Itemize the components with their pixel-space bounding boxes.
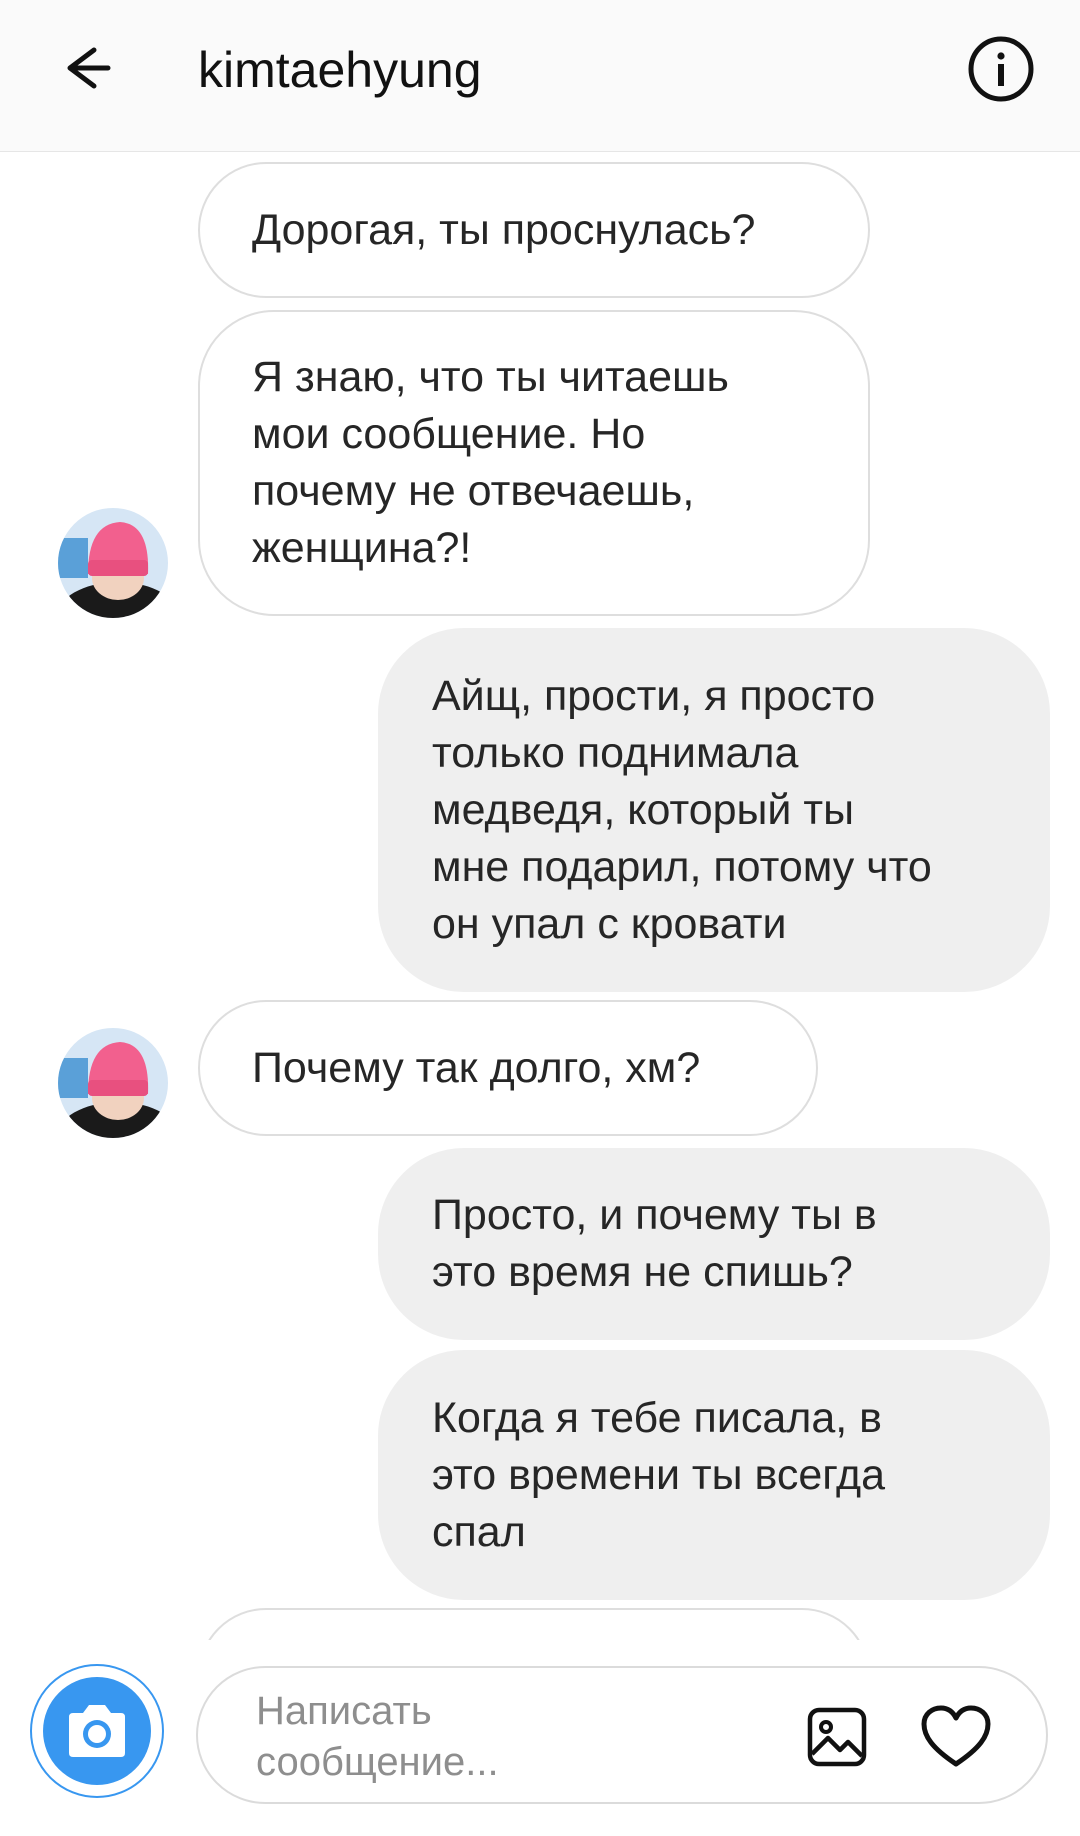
message-bubble-incoming[interactable]: Я знаю, что ты читаешь мои сообщение. Но…: [198, 310, 870, 616]
message-composer: Написать сообщение...: [0, 1640, 1080, 1836]
avatar[interactable]: [58, 508, 168, 618]
message-input[interactable]: Написать сообщение...: [196, 1666, 1048, 1804]
info-circle-icon: [968, 36, 1034, 102]
like-button[interactable]: [920, 1704, 992, 1770]
heart-icon: [921, 1705, 991, 1767]
info-button[interactable]: [966, 34, 1036, 104]
message-bubble-incoming[interactable]: Дорогая, ты проснулась?: [198, 162, 870, 298]
camera-icon: [69, 1705, 125, 1757]
image-gallery-icon: [807, 1707, 867, 1767]
message-bubble-outgoing[interactable]: Когда я тебе писала, в это времени ты вс…: [378, 1350, 1050, 1600]
chat-header: kimtaehyung: [0, 0, 1080, 152]
message-bubble-incoming-partial[interactable]: [198, 1608, 870, 1640]
message-text: Почему так долго, хм?: [252, 1043, 701, 1092]
message-text: Когда я тебе писала, в это времени ты вс…: [432, 1393, 886, 1556]
message-text: Айщ, прости, я просто только поднимала м…: [432, 671, 932, 948]
gallery-button[interactable]: [806, 1706, 868, 1768]
conversation-title[interactable]: kimtaehyung: [198, 40, 482, 100]
avatar[interactable]: [58, 1028, 168, 1138]
message-bubble-outgoing[interactable]: Просто, и почему ты в это время не спишь…: [378, 1148, 1050, 1340]
arrow-left-icon: [67, 47, 111, 89]
camera-button[interactable]: [30, 1664, 164, 1798]
back-button[interactable]: [50, 38, 120, 98]
message-input-placeholder: Написать сообщение...: [256, 1689, 499, 1784]
message-thread[interactable]: Дорогая, ты проснулась? Я знаю, что ты ч…: [0, 152, 1080, 1640]
message-text: Дорогая, ты проснулась?: [252, 205, 756, 254]
message-bubble-incoming[interactable]: Почему так долго, хм?: [198, 1000, 818, 1136]
message-text: Я знаю, что ты читаешь мои сообщение. Но…: [252, 353, 729, 572]
message-text: Просто, и почему ты в это время не спишь…: [432, 1191, 877, 1296]
message-bubble-outgoing[interactable]: Айщ, прости, я просто только поднимала м…: [378, 628, 1050, 992]
